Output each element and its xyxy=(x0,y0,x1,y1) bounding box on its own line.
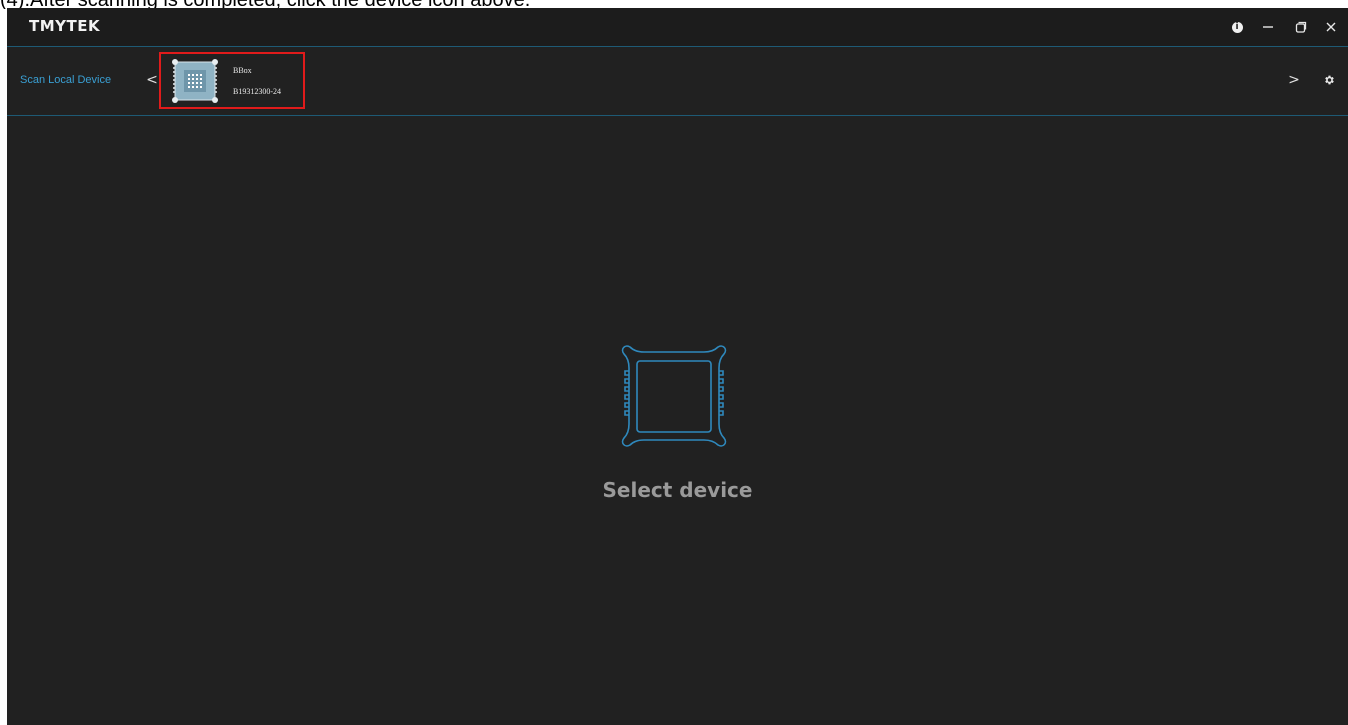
tmytek-logo: TMYTEK xyxy=(29,17,101,35)
app-window: TMYTEK i Scan Local Device < BBox B19312… xyxy=(7,8,1348,725)
minimize-button[interactable] xyxy=(1254,8,1282,46)
title-bar: TMYTEK i xyxy=(7,8,1348,47)
device-toolbar: Scan Local Device < BBox B19312300-24 > xyxy=(7,47,1348,116)
device-name: BBox xyxy=(233,66,252,75)
scroll-right-button[interactable]: > xyxy=(1286,69,1302,91)
select-device-label: Select device xyxy=(602,478,753,502)
chip-device-icon xyxy=(172,59,218,103)
settings-button[interactable] xyxy=(1320,69,1338,91)
close-button[interactable] xyxy=(1317,8,1345,46)
info-icon: i xyxy=(1231,21,1243,33)
info-button[interactable]: i xyxy=(1223,8,1251,46)
scan-local-device-link[interactable]: Scan Local Device xyxy=(20,74,111,86)
gear-icon xyxy=(1325,75,1334,85)
scroll-left-button[interactable]: < xyxy=(144,69,160,91)
minimize-icon xyxy=(1263,26,1273,28)
device-serial: B19312300-24 xyxy=(233,87,281,96)
maximize-button[interactable] xyxy=(1287,8,1315,46)
close-icon xyxy=(1326,22,1336,32)
chip-placeholder-icon xyxy=(621,345,727,447)
device-card-bbox[interactable]: BBox B19312300-24 xyxy=(159,52,305,109)
restore-icon xyxy=(1295,21,1307,33)
